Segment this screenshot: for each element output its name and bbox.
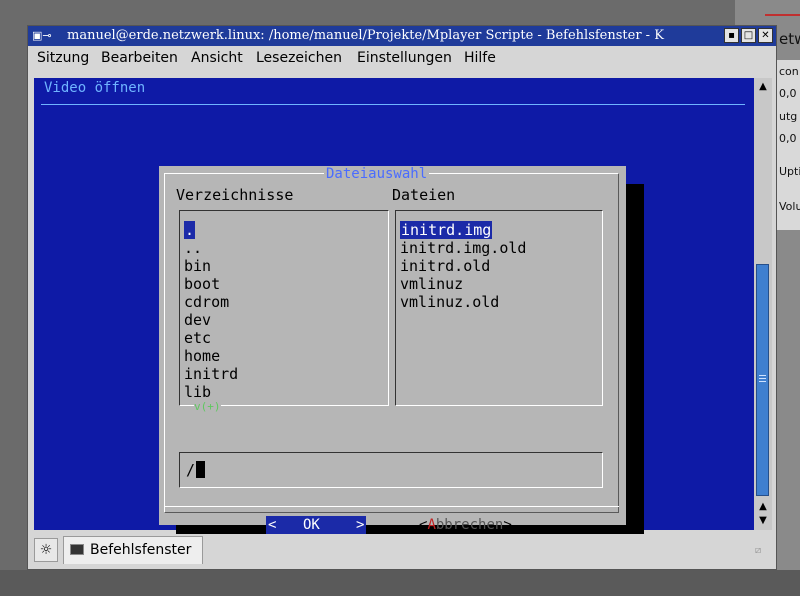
close-button[interactable]: ✕	[758, 28, 773, 43]
directory-list[interactable]: . .. bin boot cdrom dev etc home initrd …	[179, 210, 389, 413]
background-label: Upti	[779, 165, 800, 178]
scroll-more-indicator: v(+)	[194, 400, 221, 413]
file-item[interactable]: vmlinuz.old	[400, 293, 499, 311]
terminal-icon[interactable]: ▣⊸	[32, 29, 56, 43]
cancel-button[interactable]: <Abbrechen>	[419, 516, 512, 534]
directory-item[interactable]: bin	[184, 257, 211, 275]
scroll-down-arrow-icon[interactable]: ▼	[756, 514, 770, 528]
maximize-button[interactable]: □	[741, 28, 756, 43]
scroll-up-arrow-icon[interactable]: ▲	[756, 80, 770, 94]
background-title-fragment: etw	[779, 30, 800, 48]
background-label: Volu	[779, 200, 800, 213]
backtitle-divider	[41, 104, 745, 105]
scrollbar-thumb[interactable]	[756, 264, 769, 496]
directory-item[interactable]: ..	[184, 239, 202, 257]
menu-sitzung[interactable]: Sitzung	[37, 46, 89, 70]
directory-item[interactable]: dev	[184, 311, 211, 329]
file-item[interactable]: initrd.img.old	[400, 239, 526, 257]
directories-label: Verzeichnisse	[176, 186, 294, 204]
ok-button[interactable]: < OK >	[266, 516, 366, 534]
minimize-button[interactable]: ▪	[724, 28, 739, 43]
session-tab[interactable]: Befehlsfenster	[63, 536, 203, 564]
session-tab-bar: ☼ Befehlsfenster ⧄	[28, 534, 776, 568]
directory-item[interactable]: boot	[184, 275, 220, 293]
window-title: manuel@erde.netzwerk.linux: /home/manuel…	[67, 28, 664, 43]
menu-hilfe[interactable]: Hilfe	[464, 46, 496, 70]
new-session-icon[interactable]: ☼	[34, 538, 58, 562]
menu-einstellungen[interactable]: Einstellungen	[357, 46, 452, 70]
ok-button-label: OK	[303, 517, 320, 533]
title-bar[interactable]: ▣⊸ manuel@erde.netzwerk.linux: /home/man…	[28, 26, 776, 46]
dialog-title: Dateiauswahl	[324, 166, 430, 182]
file-item[interactable]: vmlinuz	[400, 275, 463, 293]
ok-button-bracket: <	[268, 517, 277, 533]
cancel-bracket: >	[503, 517, 512, 533]
path-text: /	[186, 461, 206, 479]
cancel-label: bbrechen	[435, 517, 504, 533]
close-session-icon[interactable]: ⧄	[748, 542, 768, 560]
cancel-hotkey: A	[427, 517, 436, 533]
terminal-area[interactable]: Video öffnen Dateiauswahl Verzeichnisse …	[34, 78, 754, 544]
files-label: Dateien	[392, 186, 456, 204]
ok-button-bracket: >	[356, 517, 365, 533]
background-accent-line	[765, 14, 800, 16]
background-label: con	[779, 65, 799, 78]
konsole-window: ▣⊸ manuel@erde.netzwerk.linux: /home/man…	[27, 25, 777, 570]
menu-ansicht[interactable]: Ansicht	[191, 46, 243, 70]
background-label: 0,0	[779, 87, 797, 100]
directory-item[interactable]: cdrom	[184, 293, 229, 311]
button-divider	[164, 506, 619, 507]
background-panel: con 0,0 utg 0,0 Upti Volu	[776, 60, 800, 230]
menu-bar: Sitzung Bearbeiten Ansicht Lesezeichen E…	[28, 46, 776, 70]
file-list[interactable]: initrd.img initrd.img.old initrd.old vml…	[395, 210, 603, 406]
file-item[interactable]: initrd.old	[400, 257, 490, 275]
text-cursor	[196, 461, 206, 478]
session-tab-label: Befehlsfenster	[90, 542, 192, 558]
file-item[interactable]: initrd.img	[400, 221, 493, 239]
background-label: 0,0	[779, 132, 797, 145]
menu-lesezeichen[interactable]: Lesezeichen	[256, 46, 342, 70]
scroll-up-arrow-icon[interactable]: ▲	[756, 500, 770, 514]
terminal-icon	[70, 544, 84, 555]
terminal-scrollbar[interactable]: ▲ ▲ ▼	[754, 78, 772, 530]
scroll-grip	[759, 381, 766, 382]
directory-item[interactable]: initrd	[184, 365, 238, 383]
directory-item[interactable]: etc	[184, 329, 211, 347]
scroll-grip	[759, 375, 766, 376]
background-label: utg	[779, 110, 798, 123]
directory-item[interactable]: home	[184, 347, 220, 365]
menu-bearbeiten[interactable]: Bearbeiten	[101, 46, 178, 70]
scroll-grip	[759, 378, 766, 379]
dialog-backtitle: Video öffnen	[44, 80, 146, 96]
background-desktop	[0, 570, 800, 596]
directory-item[interactable]: .	[184, 221, 196, 239]
path-value: /	[186, 461, 196, 479]
file-select-dialog: Dateiauswahl Verzeichnisse Dateien . .. …	[159, 166, 626, 534]
directory-item[interactable]: lib	[184, 383, 211, 401]
path-input[interactable]: /	[179, 452, 603, 488]
